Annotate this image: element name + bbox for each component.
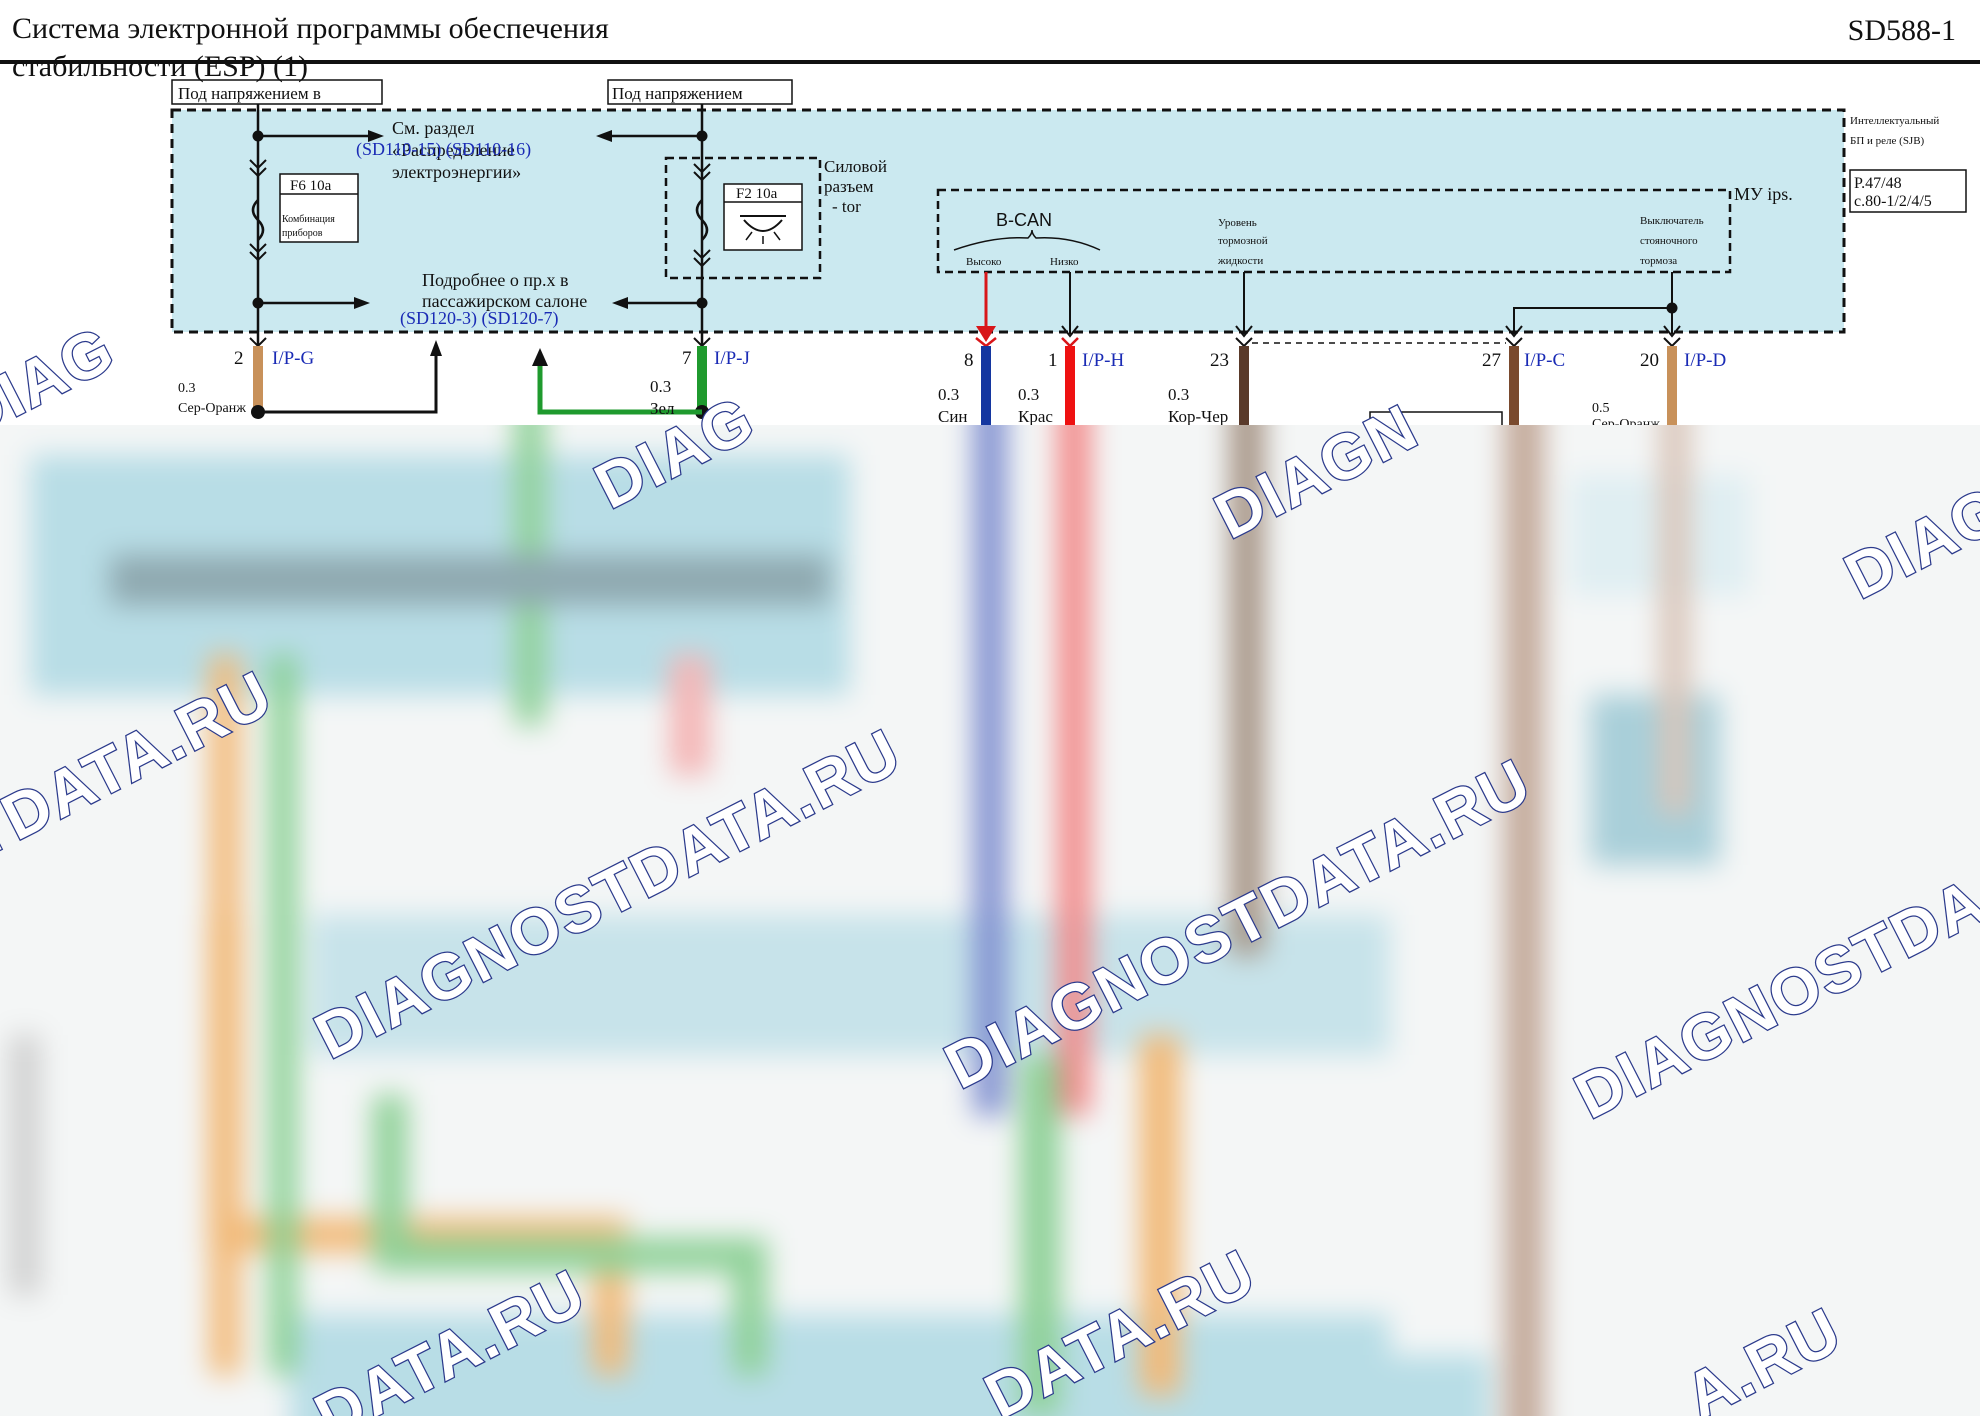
svg-text:27: 27 (1482, 350, 1501, 371)
fuse-f6-label: F6 10a (290, 178, 332, 194)
svg-text:стояночного: стояночного (1640, 235, 1698, 247)
svg-text:Интеллектуальный: Интеллектуальный (1850, 115, 1939, 127)
svg-text:Низко: Низко (1050, 256, 1079, 268)
page-title: Система электронной программы обеспечени… (12, 12, 609, 45)
svg-text:Сер-Оранж: Сер-Оранж (178, 401, 246, 416)
svg-text:Высоко: Высоко (966, 256, 1002, 268)
svg-text:Син: Син (938, 407, 968, 425)
svg-text:2: 2 (234, 348, 244, 369)
svg-text:Кор-Чер: Кор-Чер (1168, 407, 1228, 425)
svg-text:Крас: Крас (1018, 407, 1053, 425)
svg-text:Сер-Оранж: Сер-Оранж (1592, 417, 1660, 425)
fuse-f2-label: F2 10a (736, 186, 778, 202)
svg-text:См. раздел: См. раздел (392, 118, 474, 138)
svg-text:приборов: приборов (282, 228, 323, 239)
svg-text:0.3: 0.3 (938, 385, 959, 404)
svg-text:Зел: Зел (650, 399, 675, 418)
svg-text:1: 1 (1048, 350, 1058, 371)
svg-text:МУ ips.: МУ ips. (1734, 184, 1793, 204)
page-title-line2: стабильности (ESP) (1) (12, 50, 309, 83)
svg-text:жидкости: жидкости (1217, 255, 1263, 267)
svg-text:Выключатель: Выключатель (1640, 215, 1704, 227)
svg-text:I/P-J: I/P-J (714, 348, 750, 369)
svg-text:Уровень: Уровень (1218, 217, 1257, 229)
svg-text:I/P-C: I/P-C (1524, 350, 1565, 371)
svg-text:I/P-H: I/P-H (1082, 350, 1125, 371)
svg-text:23: 23 (1210, 350, 1229, 371)
svg-text:I/P-D: I/P-D (1684, 350, 1726, 371)
svg-text:с.80-1/2/4/5: с.80-1/2/4/5 (1854, 193, 1932, 210)
svg-text:0.3: 0.3 (1168, 385, 1189, 404)
hot-label-right: Под напряжением (612, 84, 743, 103)
blurred-diagram-area (0, 425, 1980, 1416)
svg-text:тормоза: тормоза (1640, 255, 1677, 267)
svg-text:0.3: 0.3 (178, 381, 196, 396)
svg-text:P.47/48: P.47/48 (1854, 175, 1902, 192)
bcan-label: B-CAN (996, 210, 1052, 230)
svg-text:тормозной: тормозной (1218, 235, 1268, 247)
svg-text:0.3: 0.3 (650, 377, 671, 396)
svg-text:7: 7 (682, 348, 692, 369)
ref-sd120[interactable]: (SD120-3) (SD120-7) (400, 308, 558, 329)
svg-text:20: 20 (1640, 350, 1659, 371)
svg-text:Силовой: Силовой (824, 157, 887, 176)
hot-label-left: Под напряжением в (178, 84, 321, 103)
ref-sd110[interactable]: (SD110-15) (SD110-16) (356, 139, 531, 160)
svg-text:0.3: 0.3 (1018, 385, 1039, 404)
page-id: SD588-1 (1847, 14, 1956, 47)
svg-text:8: 8 (964, 350, 974, 371)
svg-text:- tor: - tor (832, 197, 861, 216)
svg-text:Подробнее о пр.х в: Подробнее о пр.х в (422, 270, 569, 290)
svg-text:I/P-G: I/P-G (272, 348, 315, 369)
svg-text:разъем: разъем (824, 177, 874, 196)
svg-text:0.5: 0.5 (1592, 401, 1610, 416)
svg-text:электроэнергии»: электроэнергии» (392, 162, 521, 182)
svg-text:БП и реле (SJB): БП и реле (SJB) (1850, 135, 1925, 147)
svg-text:Комбинация: Комбинация (282, 214, 335, 225)
